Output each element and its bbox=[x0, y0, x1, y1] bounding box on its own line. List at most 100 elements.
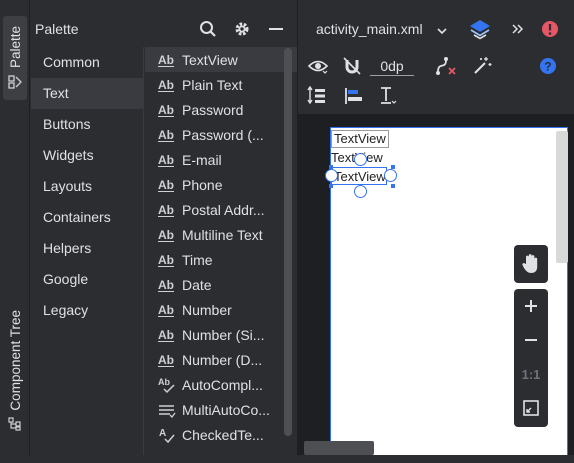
component-tree-icon bbox=[8, 416, 21, 431]
list-item[interactable]: Ab Password bbox=[145, 97, 297, 122]
ab-icon: Ab bbox=[158, 302, 174, 317]
tool-window-strip: Palette Component Tree bbox=[0, 0, 30, 463]
clear-constraints-icon[interactable] bbox=[434, 54, 458, 78]
magnet-off-icon[interactable] bbox=[340, 54, 364, 78]
align-icon[interactable] bbox=[342, 84, 366, 108]
resize-corner[interactable] bbox=[329, 184, 333, 188]
palette-scrollbar[interactable] bbox=[284, 48, 292, 436]
list-item[interactable]: Ab Time bbox=[145, 247, 297, 272]
ab-icon: Ab bbox=[158, 227, 174, 242]
ab-icon: Ab bbox=[158, 152, 174, 167]
ab-icon: Ab bbox=[158, 177, 174, 192]
category-widgets[interactable]: Widgets bbox=[31, 140, 143, 171]
eye-icon[interactable] bbox=[306, 54, 330, 78]
constraint-handle-left[interactable] bbox=[325, 169, 338, 182]
list-item-label: Time bbox=[182, 251, 213, 268]
resize-corner[interactable] bbox=[391, 165, 395, 169]
list-item-label: Password (... bbox=[182, 126, 264, 143]
palette-header: Palette bbox=[31, 11, 297, 47]
zoom-controls: 1:1 bbox=[514, 289, 548, 427]
gear-icon[interactable] bbox=[231, 18, 253, 40]
list-item[interactable]: Ab Number bbox=[145, 297, 297, 322]
category-common[interactable]: Common bbox=[31, 47, 143, 78]
ab-icon: Ab bbox=[158, 277, 174, 292]
pack-icon[interactable] bbox=[306, 84, 330, 108]
ab-icon: Ab bbox=[158, 127, 174, 142]
list-item[interactable]: Ab Phone bbox=[145, 172, 297, 197]
ab-icon: Ab bbox=[158, 52, 174, 67]
list-item-label: Multiline Text bbox=[182, 226, 263, 243]
palette-category-list: Common Text Buttons Widgets Layouts Cont… bbox=[31, 47, 144, 463]
file-tab[interactable]: activity_main.xml bbox=[316, 21, 423, 37]
zoom-in-icon[interactable] bbox=[514, 289, 548, 323]
guidelines-icon[interactable] bbox=[376, 84, 400, 108]
multi-line-icon bbox=[159, 404, 176, 418]
list-item[interactable]: Ab TextView bbox=[145, 47, 297, 72]
magic-wand-icon[interactable] bbox=[470, 54, 494, 78]
list-item-label: Plain Text bbox=[182, 76, 243, 93]
list-item[interactable]: Ab E-mail bbox=[145, 147, 297, 172]
category-helpers[interactable]: Helpers bbox=[31, 233, 143, 264]
error-icon[interactable] bbox=[538, 17, 562, 41]
zoom-to-fit-icon[interactable] bbox=[514, 391, 548, 425]
list-item[interactable]: Ab Number (Si... bbox=[145, 322, 297, 347]
canvas-horizontal-scrollbar[interactable] bbox=[304, 441, 374, 455]
canvas-vertical-scrollbar[interactable] bbox=[556, 131, 568, 263]
ab-icon: Ab bbox=[158, 202, 174, 217]
ab-check-icon: Ab bbox=[158, 377, 175, 393]
zoom-out-icon[interactable] bbox=[514, 323, 548, 357]
category-google[interactable]: Google bbox=[31, 264, 143, 295]
design-toolbar: 0dp ? bbox=[298, 52, 574, 80]
list-item-label: Number (D... bbox=[182, 351, 263, 368]
list-item-label: Date bbox=[182, 276, 212, 293]
category-containers[interactable]: Containers bbox=[31, 202, 143, 233]
list-item[interactable]: Ab Number (D... bbox=[145, 347, 297, 372]
list-item-label: AutoCompl... bbox=[182, 376, 263, 393]
layers-icon[interactable] bbox=[468, 17, 492, 41]
svg-text:Ab: Ab bbox=[158, 377, 170, 387]
category-buttons[interactable]: Buttons bbox=[31, 109, 143, 140]
pan-hand-icon[interactable] bbox=[514, 245, 548, 283]
a-check-icon: A bbox=[159, 428, 175, 443]
ab-icon: Ab bbox=[158, 352, 174, 367]
list-item[interactable]: Ab Plain Text bbox=[145, 72, 297, 97]
more-tabs-icon[interactable] bbox=[506, 17, 530, 41]
resize-corner[interactable] bbox=[391, 184, 395, 188]
resize-corner[interactable] bbox=[329, 165, 333, 169]
category-text[interactable]: Text bbox=[31, 78, 143, 109]
component-tree-tab-label: Component Tree bbox=[7, 310, 23, 411]
list-item[interactable]: Ab Date bbox=[145, 272, 297, 297]
component-tree-tool-tab[interactable]: Component Tree bbox=[3, 306, 27, 446]
svg-text:A: A bbox=[159, 428, 166, 439]
zoom-actual-size-button[interactable]: 1:1 bbox=[514, 357, 548, 391]
default-margin-field[interactable]: 0dp bbox=[370, 56, 414, 76]
svg-text:?: ? bbox=[544, 60, 551, 74]
minimize-icon[interactable] bbox=[265, 18, 287, 40]
list-item[interactable]: Ab Postal Addr... bbox=[145, 197, 297, 222]
pan-tool-group bbox=[514, 245, 548, 283]
status-bar bbox=[0, 455, 574, 463]
list-item[interactable]: Ab Password (... bbox=[145, 122, 297, 147]
list-item-label: TextView bbox=[182, 51, 238, 68]
list-item[interactable]: Ab AutoCompl... bbox=[145, 372, 297, 397]
list-item-label: MultiAutoCo... bbox=[182, 401, 270, 418]
list-item[interactable]: MultiAutoCo... bbox=[145, 397, 297, 422]
palette-tool-tab-label: Palette bbox=[7, 26, 23, 69]
ab-icon: Ab bbox=[158, 327, 174, 342]
search-icon[interactable] bbox=[197, 18, 219, 40]
constraint-handle-top[interactable] bbox=[354, 153, 367, 166]
list-item[interactable]: A CheckedTe... bbox=[145, 422, 297, 447]
constraint-handle-right[interactable] bbox=[384, 169, 397, 182]
help-icon[interactable]: ? bbox=[536, 54, 560, 78]
palette-title: Palette bbox=[35, 21, 79, 37]
list-item-label: Number bbox=[182, 301, 232, 318]
chevron-down-icon[interactable] bbox=[430, 19, 454, 43]
constraint-handle-bottom[interactable] bbox=[354, 185, 367, 198]
category-layouts[interactable]: Layouts bbox=[31, 171, 143, 202]
textview-preview[interactable]: TextView bbox=[331, 130, 389, 148]
palette-tool-tab[interactable]: Palette bbox=[3, 16, 27, 100]
list-item[interactable]: Ab Multiline Text bbox=[145, 222, 297, 247]
selected-textview-preview[interactable]: TextView bbox=[331, 167, 387, 185]
list-item-label: CheckedTe... bbox=[182, 426, 264, 443]
category-legacy[interactable]: Legacy bbox=[31, 295, 143, 326]
